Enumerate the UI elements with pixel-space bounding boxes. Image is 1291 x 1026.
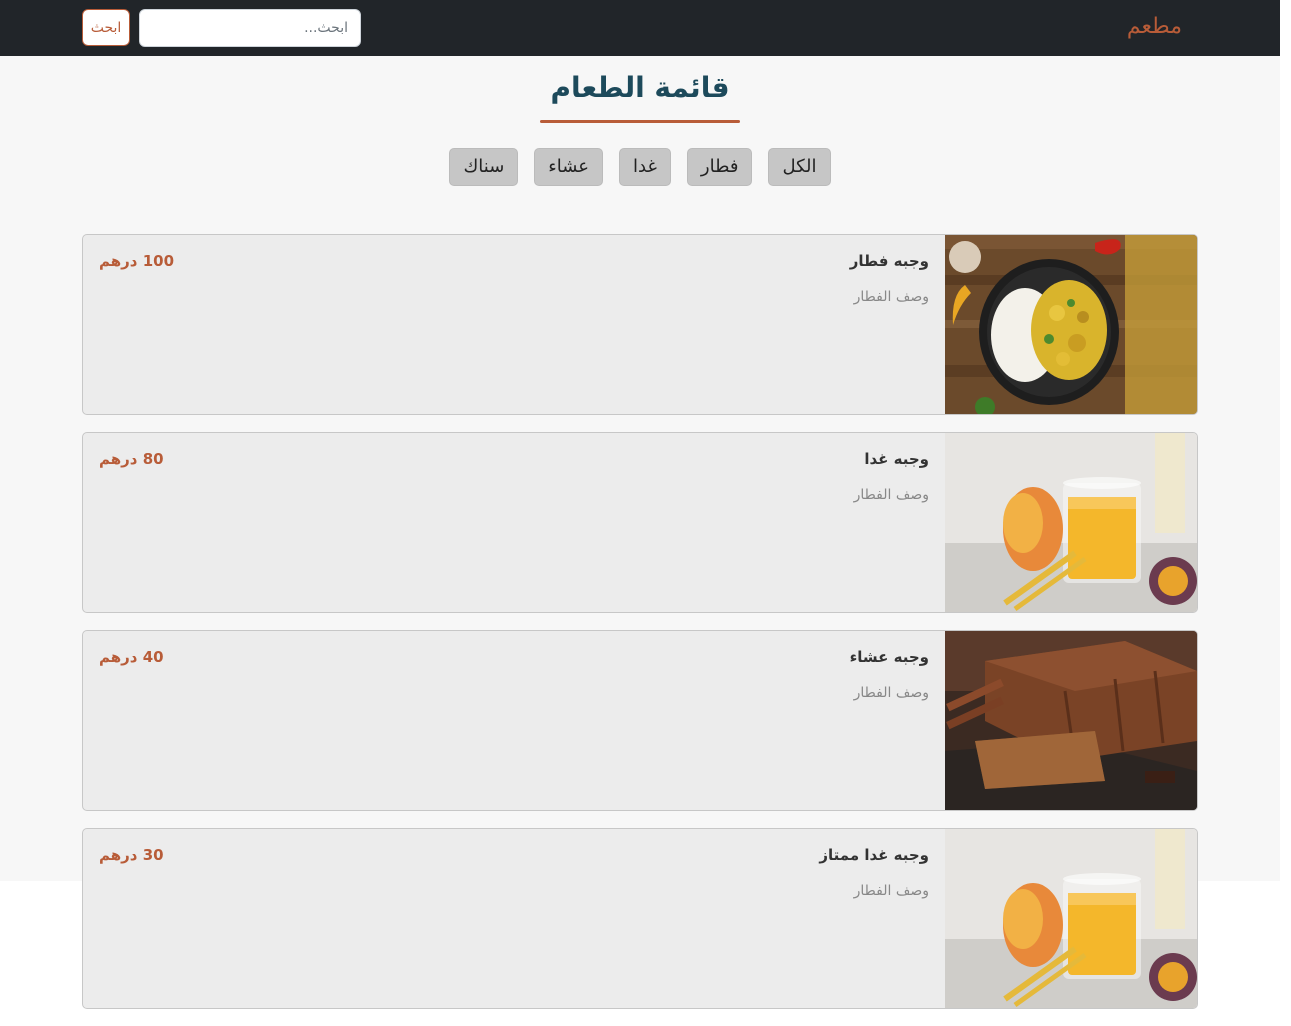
menu-item-price: 40 درهم	[99, 648, 164, 666]
category-filters: الكل فطار غدا عشاء سناك	[0, 148, 1280, 186]
menu-item-card[interactable]: وجبه غدا ممتاز وصف الفطار 30 درهم	[82, 828, 1198, 1009]
chocolate-loaf-cake-image	[945, 631, 1197, 810]
menu-item-card[interactable]: وجبه غدا وصف الفطار 80 درهم	[82, 432, 1198, 613]
menu-item-card[interactable]: وجبه عشاء وصف الفطار 40 درهم	[82, 630, 1198, 811]
title-underline	[540, 120, 740, 123]
mango-juice-glass-image	[945, 829, 1197, 1008]
menu-item-name: وجبه عشاء	[849, 648, 929, 666]
filter-breakfast-button[interactable]: فطار	[686, 148, 753, 186]
search-button[interactable]: ابحث	[82, 9, 130, 46]
menu-item-description: وصف الفطار	[853, 487, 929, 503]
menu-item-description: وصف الفطار	[853, 289, 929, 305]
menu-item-card[interactable]: وجبه فطار وصف الفطار 100 درهم	[82, 234, 1198, 415]
filter-snack-button[interactable]: سناك	[449, 148, 519, 186]
menu-item-price: 100 درهم	[99, 252, 175, 270]
curry-rice-dish-image	[945, 235, 1197, 414]
menu-item-name: وجبه غدا ممتاز	[819, 846, 929, 864]
mango-juice-glass-image	[945, 433, 1197, 612]
brand-logo[interactable]: مطعم	[1127, 12, 1182, 42]
filter-dinner-button[interactable]: عشاء	[534, 148, 604, 186]
filter-all-button[interactable]: الكل	[768, 148, 831, 186]
filter-lunch-button[interactable]: غدا	[619, 148, 671, 186]
menu-item-price: 80 درهم	[99, 450, 164, 468]
search-input[interactable]	[139, 9, 361, 47]
menu-item-description: وصف الفطار	[853, 883, 929, 899]
menu-item-name: وجبه غدا	[864, 450, 929, 468]
menu-list: وجبه فطار وصف الفطار 100 درهم وجبه غدا و…	[82, 234, 1198, 1026]
menu-item-description: وصف الفطار	[853, 685, 929, 701]
menu-item-price: 30 درهم	[99, 846, 164, 864]
menu-item-name: وجبه فطار	[849, 252, 929, 270]
page-title: قائمة الطعام	[550, 71, 730, 104]
top-navbar: مطعم ابحث	[0, 0, 1280, 56]
